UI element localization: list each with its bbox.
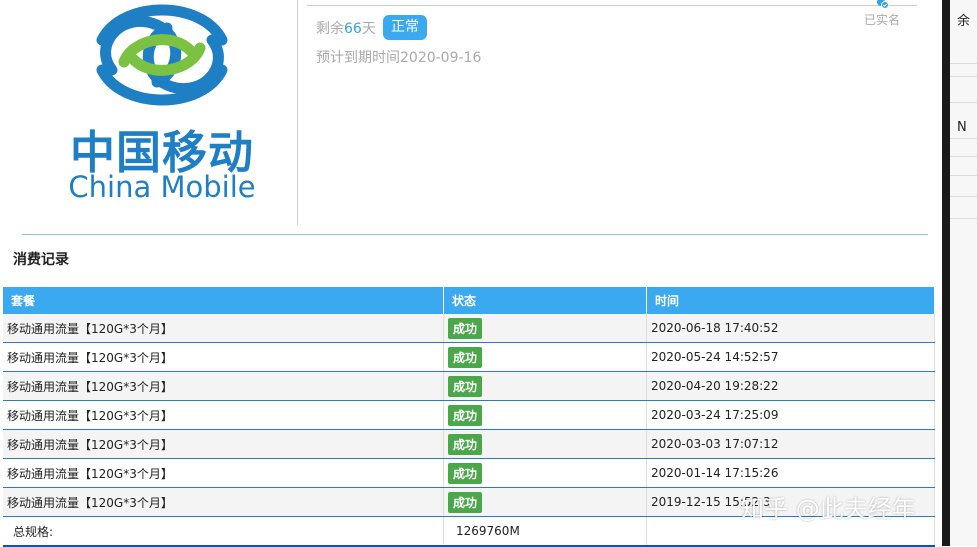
cell-status: 成功 <box>443 429 647 459</box>
vertical-divider <box>297 0 298 225</box>
right-strip-line <box>950 102 977 103</box>
success-badge: 成功 <box>448 404 483 426</box>
top-divider <box>307 5 917 6</box>
right-strip-line <box>950 175 977 176</box>
success-badge: 成功 <box>448 346 483 368</box>
column-header-plan: 套餐 <box>3 287 444 314</box>
table-row: 移动通用流量【120G*3个月】 成功 2020-06-18 17:40:52 <box>3 314 935 343</box>
right-strip-line <box>950 218 977 219</box>
total-label: 总规格: <box>3 516 444 547</box>
cell-time: 2020-01-14 17:15:26 <box>646 458 935 488</box>
cell-status: 成功 <box>443 342 647 372</box>
cell-time: 2020-04-20 19:28:22 <box>646 371 935 401</box>
window-edge <box>942 0 950 546</box>
column-header-status: 状态 <box>443 287 647 314</box>
logo-text-en: China Mobile <box>68 170 256 204</box>
cell-status: 成功 <box>443 371 647 401</box>
section-divider <box>22 234 928 235</box>
success-badge: 成功 <box>448 491 483 513</box>
expiry-date: 预计到期时间2020-09-16 <box>316 50 482 66</box>
cell-plan: 移动通用流量【120G*3个月】 <box>3 342 444 372</box>
cell-time: 2020-03-24 17:25:09 <box>646 400 935 430</box>
plan-status-badge: 正常 <box>383 15 427 40</box>
right-strip-line <box>950 156 977 157</box>
section-title: 消费记录 <box>13 252 69 268</box>
success-badge: 成功 <box>448 375 483 397</box>
china-mobile-logo: 中国移动 China Mobile <box>62 0 262 205</box>
table-row: 移动通用流量【120G*3个月】 成功 2020-03-03 17:07:12 <box>3 429 935 459</box>
cell-status: 成功 <box>443 314 647 343</box>
china-mobile-emblem-icon <box>96 4 228 106</box>
right-strip-line <box>950 196 977 197</box>
total-value: 1269760M <box>443 516 647 547</box>
success-badge: 成功 <box>448 433 483 455</box>
watermark: 知乎 @此夫经年 <box>740 495 916 523</box>
table-row: 移动通用流量【120G*3个月】 成功 2020-03-24 17:25:09 <box>3 400 935 430</box>
cell-status: 成功 <box>443 487 647 517</box>
success-badge: 成功 <box>448 317 483 339</box>
right-strip-line <box>950 63 977 64</box>
right-strip-column-n: N <box>957 120 967 135</box>
verified-label: 已实名 <box>863 13 900 27</box>
right-strip-text: 余 <box>957 14 971 29</box>
cell-plan: 移动通用流量【120G*3个月】 <box>3 487 444 517</box>
cell-time: 2020-05-24 14:52:57 <box>646 342 935 372</box>
remaining-days: 剩余66天 <box>316 18 376 38</box>
table-row: 移动通用流量【120G*3个月】 成功 2020-05-24 14:52:57 <box>3 342 935 372</box>
right-strip-line <box>950 138 977 139</box>
cell-plan: 移动通用流量【120G*3个月】 <box>3 314 444 343</box>
cell-time: 2020-03-03 17:07:12 <box>646 429 935 459</box>
success-badge: 成功 <box>448 462 483 484</box>
table-row: 移动通用流量【120G*3个月】 成功 2020-04-20 19:28:22 <box>3 371 935 401</box>
cell-status: 成功 <box>443 458 647 488</box>
table-row: 移动通用流量【120G*3个月】 成功 2020-01-14 17:15:26 <box>3 458 935 488</box>
cell-status: 成功 <box>443 400 647 430</box>
verified-user-icon <box>877 0 889 9</box>
remaining-suffix: 天 <box>361 21 376 37</box>
cell-time: 2020-06-18 17:40:52 <box>646 314 935 343</box>
cell-plan: 移动通用流量【120G*3个月】 <box>3 400 444 430</box>
column-header-time: 时间 <box>646 287 935 314</box>
cell-plan: 移动通用流量【120G*3个月】 <box>3 429 444 459</box>
remaining-prefix: 剩余 <box>316 21 344 37</box>
table-header-row: 套餐 状态 时间 <box>3 287 935 314</box>
cell-plan: 移动通用流量【120G*3个月】 <box>3 458 444 488</box>
remaining-days-value: 66 <box>344 21 362 37</box>
cell-plan: 移动通用流量【120G*3个月】 <box>3 371 444 401</box>
right-strip-line <box>950 76 977 77</box>
